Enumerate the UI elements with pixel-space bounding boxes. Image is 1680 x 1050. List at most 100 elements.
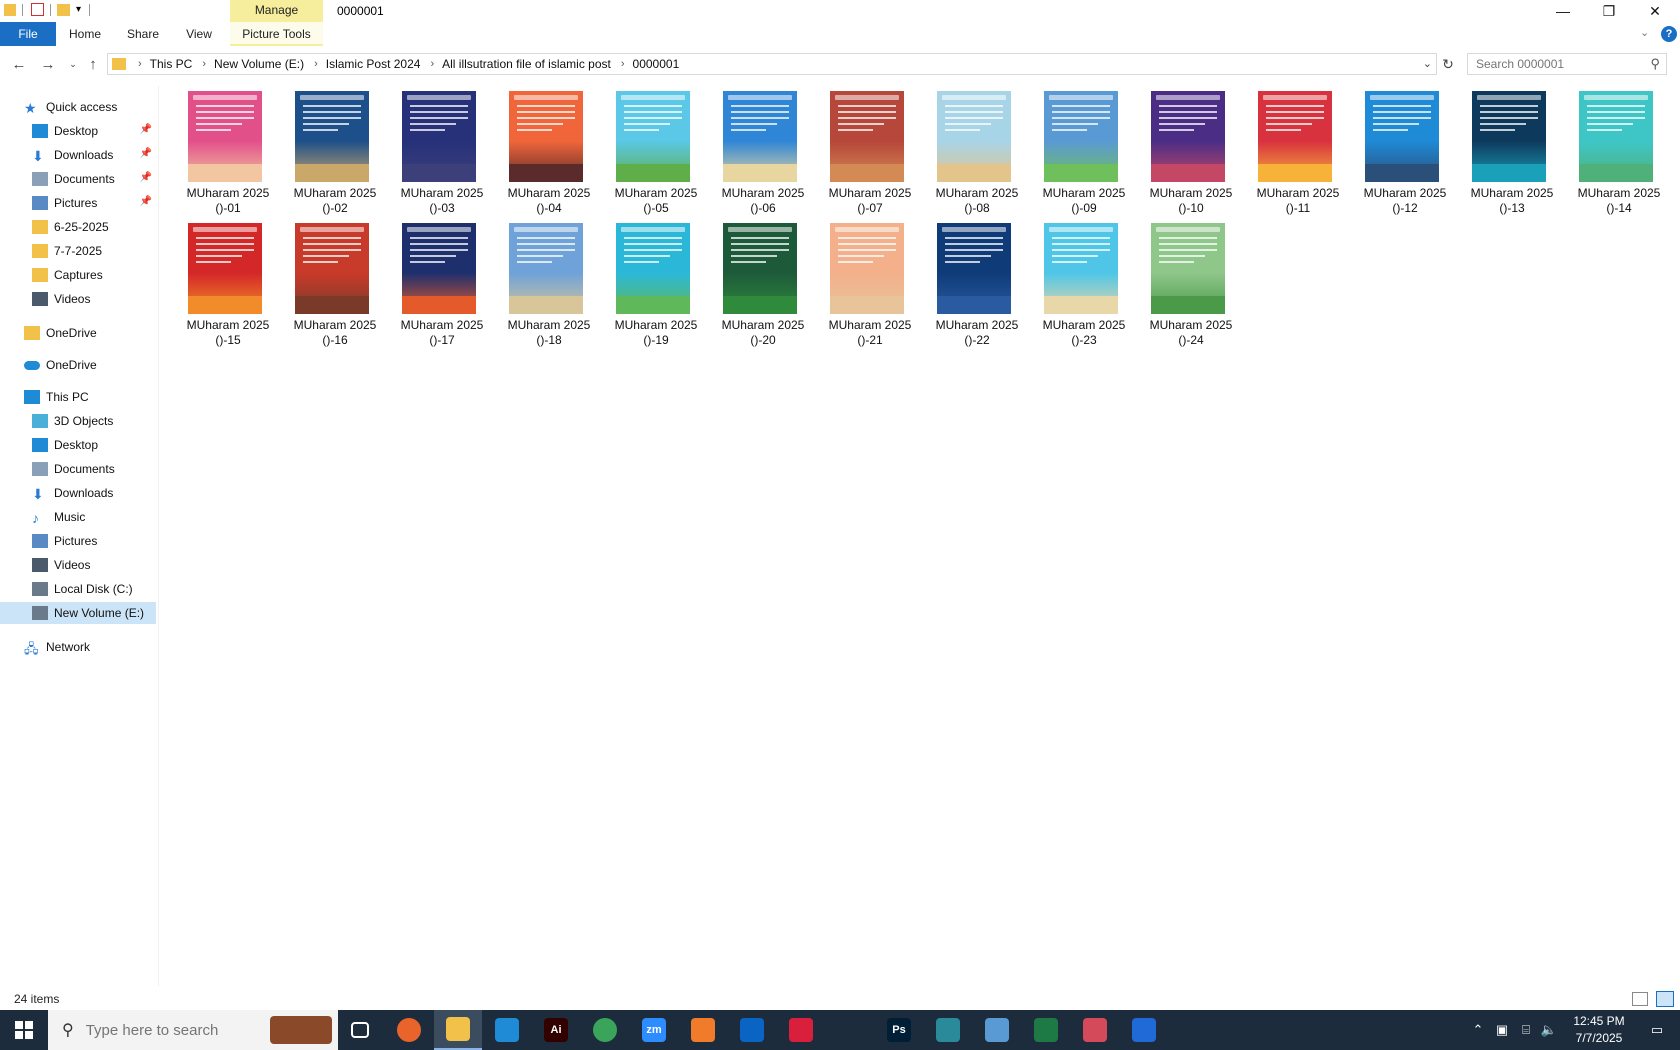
refresh-icon[interactable]: ↻ — [1438, 54, 1458, 74]
file-item[interactable]: MUharam 2025 ()-24 — [1141, 220, 1241, 348]
folder-icon[interactable] — [4, 3, 16, 16]
tab-view[interactable]: View — [184, 22, 214, 46]
file-item[interactable]: MUharam 2025 ()-07 — [820, 88, 920, 216]
recent-locations-icon[interactable]: ⌄ — [62, 54, 84, 74]
tab-home[interactable]: Home — [68, 22, 102, 46]
minimize-button[interactable]: — — [1540, 0, 1586, 22]
snipping-tool-taskbar-button[interactable] — [1071, 1010, 1119, 1050]
file-item[interactable]: MUharam 2025 ()-03 — [392, 88, 492, 216]
file-item[interactable]: MUharam 2025 ()-09 — [1034, 88, 1134, 216]
large-icons-view-icon[interactable] — [1656, 991, 1674, 1007]
breadcrumb-current-folder[interactable]: 0000001 — [633, 57, 680, 71]
system-clock[interactable]: 12:45 PM 7/7/2025 — [1560, 1013, 1638, 1047]
chrome-taskbar-button[interactable] — [581, 1010, 629, 1050]
new-folder-icon[interactable] — [57, 3, 70, 16]
close-button[interactable]: ✕ — [1632, 0, 1678, 22]
action-center-icon[interactable]: ▭ — [1638, 1010, 1676, 1050]
tab-share[interactable]: Share — [125, 22, 161, 46]
volume-icon[interactable]: 🔈 — [1538, 1010, 1560, 1050]
file-item[interactable]: MUharam 2025 ()-22 — [927, 220, 1027, 348]
file-item[interactable]: MUharam 2025 ()-18 — [499, 220, 599, 348]
help-icon[interactable]: ? — [1661, 26, 1677, 42]
tab-picture-tools[interactable]: Picture Tools — [230, 22, 323, 46]
sidebar-item-videos[interactable]: Videos — [0, 554, 156, 576]
photoshop-taskbar-button[interactable]: Ps — [875, 1010, 923, 1050]
back-icon[interactable]: ← — [8, 54, 30, 74]
file-item[interactable]: MUharam 2025 ()-10 — [1141, 88, 1241, 216]
file-item[interactable]: MUharam 2025 ()-05 — [606, 88, 706, 216]
file-item[interactable]: MUharam 2025 ()-23 — [1034, 220, 1134, 348]
file-item[interactable]: MUharam 2025 ()-15 — [178, 220, 278, 348]
task-view-taskbar-button[interactable] — [336, 1010, 384, 1050]
file-explorer-taskbar-button[interactable] — [434, 1010, 482, 1050]
sidebar-item-6-25-2025[interactable]: 6-25-2025 — [0, 216, 156, 238]
sidebar-item-downloads[interactable]: ⬇ Downloads — [0, 482, 156, 504]
forward-icon[interactable]: → — [37, 54, 59, 74]
file-item[interactable]: MUharam 2025 ()-06 — [713, 88, 813, 216]
pane-divider[interactable] — [158, 86, 159, 986]
vscode-taskbar-button[interactable] — [483, 1010, 531, 1050]
sidebar-item-7-7-2025[interactable]: 7-7-2025 — [0, 240, 156, 262]
expand-ribbon-icon[interactable]: ⌄ — [1640, 26, 1649, 39]
xampp-taskbar-button[interactable] — [679, 1010, 727, 1050]
sidebar-item-local-disk-c[interactable]: Local Disk (C:) — [0, 578, 156, 600]
file-item[interactable]: MUharam 2025 ()-01 — [178, 88, 278, 216]
onedrive-tray-icon[interactable]: ▣ — [1490, 1010, 1514, 1050]
media-player-taskbar-button[interactable] — [1120, 1010, 1168, 1050]
firefox-taskbar-button[interactable] — [385, 1010, 433, 1050]
pin-icon[interactable]: 📌 — [140, 124, 152, 135]
breadcrumb-this-pc[interactable]: This PC — [150, 57, 193, 71]
file-item[interactable]: MUharam 2025 ()-17 — [392, 220, 492, 348]
show-hidden-icons[interactable]: ⌃ — [1466, 1010, 1490, 1050]
outlook-taskbar-button[interactable] — [728, 1010, 776, 1050]
sidebar-item-downloads[interactable]: ⬇ Downloads 📌 — [0, 144, 156, 166]
sidebar-item-videos[interactable]: Videos — [0, 288, 156, 310]
sidebar-item-music[interactable]: ♪ Music — [0, 506, 156, 528]
manage-tab[interactable]: Manage — [230, 0, 323, 22]
file-item[interactable]: MUharam 2025 ()-19 — [606, 220, 706, 348]
file-item[interactable]: MUharam 2025 ()-16 — [285, 220, 385, 348]
file-item[interactable]: MUharam 2025 ()-14 — [1569, 88, 1669, 216]
sidebar-item-network[interactable]: 🖧 Network — [0, 636, 156, 658]
sidebar-item-desktop[interactable]: Desktop 📌 — [0, 120, 156, 142]
breadcrumb-new-volume[interactable]: New Volume (E:) — [214, 57, 304, 71]
taskbar-search[interactable]: ⚲ — [48, 1010, 338, 1050]
sidebar-item-3d-objects[interactable]: 3D Objects — [0, 410, 156, 432]
search-input[interactable] — [1468, 54, 1638, 74]
network-tray-icon[interactable]: ⌸ — [1514, 1010, 1538, 1050]
file-item[interactable]: MUharam 2025 ()-11 — [1248, 88, 1348, 216]
properties-icon[interactable] — [31, 3, 44, 16]
file-item[interactable]: MUharam 2025 ()-13 — [1462, 88, 1562, 216]
restore-button[interactable]: ❐ — [1586, 0, 1632, 22]
illustrator-taskbar-button[interactable]: Ai — [532, 1010, 580, 1050]
file-item[interactable]: MUharam 2025 ()-12 — [1355, 88, 1455, 216]
sidebar-item-this-pc[interactable]: This PC — [0, 386, 156, 408]
sidebar-item-captures[interactable]: Captures — [0, 264, 156, 286]
zoom-taskbar-button[interactable]: zm — [630, 1010, 678, 1050]
file-item[interactable]: MUharam 2025 ()-20 — [713, 220, 813, 348]
pin-icon[interactable]: 📌 — [140, 172, 152, 183]
file-item[interactable]: MUharam 2025 ()-04 — [499, 88, 599, 216]
file-item[interactable]: MUharam 2025 ()-08 — [927, 88, 1027, 216]
pin-icon[interactable]: 📌 — [140, 196, 152, 207]
file-item[interactable]: MUharam 2025 ()-21 — [820, 220, 920, 348]
taskbar-search-input[interactable] — [85, 1021, 266, 1039]
sidebar-item-documents[interactable]: Documents — [0, 458, 156, 480]
sidebar-item-pictures[interactable]: Pictures 📌 — [0, 192, 156, 214]
customize-qat-icon[interactable]: ▾ — [76, 4, 81, 15]
excel-taskbar-button[interactable] — [1022, 1010, 1070, 1050]
pin-icon[interactable]: 📌 — [140, 148, 152, 159]
sidebar-item-documents[interactable]: Documents 📌 — [0, 168, 156, 190]
start-button[interactable] — [0, 1010, 48, 1050]
address-dropdown-icon[interactable]: ⌄ — [1423, 57, 1432, 70]
app-diamond-taskbar-button[interactable] — [924, 1010, 972, 1050]
up-icon[interactable]: ↑ — [82, 54, 104, 74]
sidebar-item-new-volume-e[interactable]: New Volume (E:) — [0, 602, 156, 624]
breadcrumb-islamic-post[interactable]: Islamic Post 2024 — [326, 57, 421, 71]
file-item[interactable]: MUharam 2025 ()-02 — [285, 88, 385, 216]
sidebar-item-desktop[interactable]: Desktop — [0, 434, 156, 456]
pen-tool-taskbar-button[interactable] — [826, 1010, 874, 1050]
sidebar-item-quick-access[interactable]: ★ Quick access — [0, 96, 156, 118]
breadcrumb-illustration-files[interactable]: All illsutration file of islamic post — [442, 57, 611, 71]
sidebar-item-pictures[interactable]: Pictures — [0, 530, 156, 552]
